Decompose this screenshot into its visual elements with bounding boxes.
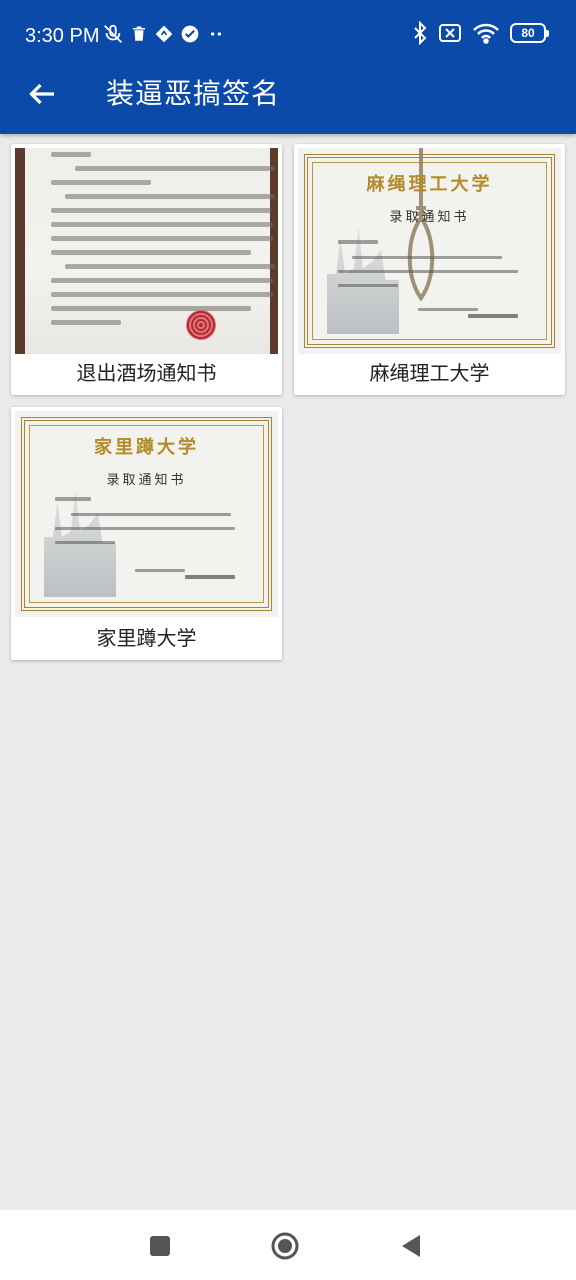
check-circle-icon (181, 25, 199, 43)
more-dots-icon (211, 32, 221, 36)
page-title: 装逼恶搞签名 (106, 77, 281, 110)
trash-icon (133, 26, 145, 41)
card-thumbnail: 家里蹲大学 录取通知书 (15, 411, 278, 617)
mic-off-icon (104, 24, 122, 43)
fingerprint-stamp (186, 310, 216, 340)
card-stay-home-university[interactable]: 家里蹲大学 录取通知书 家里蹲大学 (11, 407, 282, 660)
certificate-title: 家里蹲大学 (94, 437, 199, 458)
app-bar: 装逼恶搞签名 (0, 54, 576, 134)
certificate-subtitle: 录取通知书 (106, 473, 187, 488)
status-left-icons (102, 23, 226, 45)
recents-square-icon (150, 1236, 170, 1256)
certificate-subtitle: 录取通知书 (389, 210, 470, 225)
card-thumbnail (15, 148, 278, 354)
back-triangle-icon (402, 1235, 420, 1257)
card-label: 家里蹲大学 (96, 626, 197, 650)
card-label: 退出酒场通知书 (76, 361, 217, 385)
translate-icon (155, 25, 173, 43)
card-quit-drinking-notice[interactable]: 退出酒场通知书 (11, 144, 282, 395)
sim-off-icon (439, 24, 461, 42)
certificate-image: 麻绳理工大学 录取通知书 (298, 148, 561, 354)
home-button[interactable] (270, 1231, 300, 1261)
system-nav-bar (0, 1210, 576, 1280)
letter-image (15, 148, 278, 354)
card-label: 麻绳理工大学 (369, 361, 490, 385)
status-right-icons: 80 (412, 21, 549, 45)
certificate-image: 家里蹲大学 录取通知书 (15, 411, 278, 617)
certificate-title: 麻绳理工大学 (366, 174, 493, 195)
status-bar: 3:30 PM 80 (0, 0, 576, 54)
battery-icon: 80 (510, 23, 549, 43)
back-button[interactable] (24, 76, 60, 112)
recents-button[interactable] (145, 1231, 175, 1261)
nav-back-button[interactable] (396, 1231, 426, 1261)
wifi-icon (473, 23, 499, 44)
card-rope-tech-university[interactable]: 麻绳理工大学 录取通知书 麻绳理工大学 (294, 144, 565, 395)
status-time: 3:30 PM (25, 25, 100, 47)
home-circle-icon (271, 1232, 299, 1260)
arrow-left-icon (29, 83, 54, 105)
bluetooth-icon (414, 21, 427, 45)
battery-level: 80 (521, 26, 535, 40)
card-thumbnail: 麻绳理工大学 录取通知书 (298, 148, 561, 354)
